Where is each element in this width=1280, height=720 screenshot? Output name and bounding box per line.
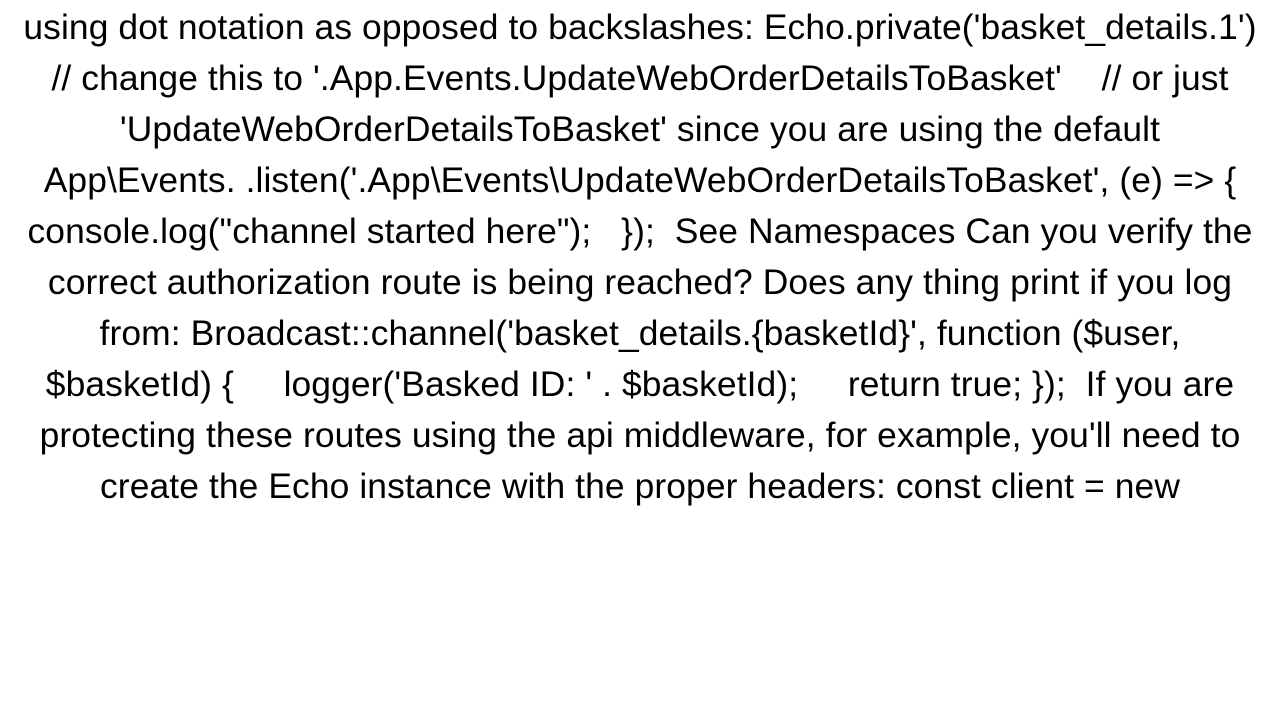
document-viewport: using dot notation as opposed to backsla…: [0, 0, 1280, 720]
document-body-text: using dot notation as opposed to backsla…: [20, 0, 1260, 512]
